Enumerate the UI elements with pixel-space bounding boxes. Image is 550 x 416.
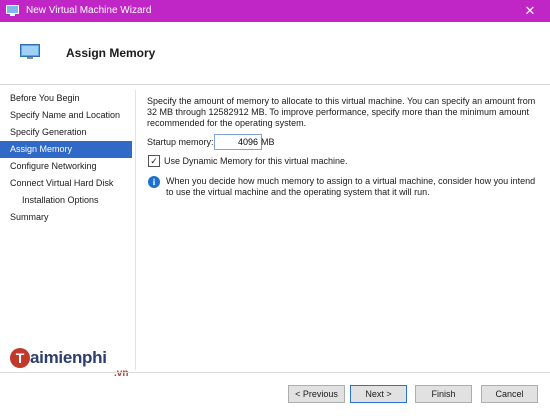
- window-title: New Virtual Machine Wizard: [26, 5, 152, 16]
- watermark-suffix: .vn: [114, 368, 129, 379]
- sidebar-item-specify-generation[interactable]: Specify Generation: [0, 124, 132, 141]
- title-bar: New Virtual Machine Wizard ✕: [0, 0, 550, 22]
- watermark-logo: T aimienphi .vn: [10, 348, 140, 388]
- dynamic-memory-label[interactable]: Use Dynamic Memory for this virtual mach…: [164, 156, 348, 166]
- watermark-logo-letter: T: [10, 348, 30, 368]
- memory-info-text: When you decide how much memory to assig…: [166, 176, 536, 197]
- finish-button[interactable]: Finish: [415, 385, 472, 403]
- memory-description: Specify the amount of memory to allocate…: [147, 96, 536, 128]
- dynamic-memory-checkbox[interactable]: ✓: [148, 155, 160, 167]
- dynamic-memory-row: ✓ Use Dynamic Memory for this virtual ma…: [147, 155, 447, 169]
- info-icon: i: [148, 176, 160, 188]
- sidebar-item-assign-memory[interactable]: Assign Memory: [0, 141, 132, 158]
- footer-divider: [0, 372, 550, 373]
- sidebar-item-before-you-begin[interactable]: Before You Begin: [0, 90, 132, 107]
- next-button[interactable]: Next >: [350, 385, 407, 403]
- previous-button[interactable]: < Previous: [288, 385, 345, 403]
- startup-memory-input[interactable]: [214, 134, 262, 150]
- sidebar-item-configure-networking[interactable]: Configure Networking: [0, 158, 132, 175]
- close-icon[interactable]: ✕: [510, 0, 550, 22]
- monitor-icon: [20, 44, 40, 59]
- memory-unit-label: MB: [261, 137, 275, 147]
- sidebar-item-summary[interactable]: Summary: [0, 209, 132, 226]
- watermark-brand: aimienphi: [30, 348, 107, 367]
- startup-memory-label: Startup memory:: [147, 137, 214, 147]
- page-title: Assign Memory: [66, 46, 156, 60]
- cancel-button[interactable]: Cancel: [481, 385, 538, 403]
- main-content: Specify the amount of memory to allocate…: [147, 96, 542, 197]
- sidebar-divider: [135, 90, 136, 370]
- page-header: Assign Memory: [0, 22, 550, 85]
- sidebar-item-specify-name-location[interactable]: Specify Name and Location: [0, 107, 132, 124]
- wizard-steps-sidebar: Before You Begin Specify Name and Locati…: [0, 90, 132, 370]
- hyper-v-icon: [6, 5, 19, 16]
- sidebar-item-installation-options[interactable]: Installation Options: [0, 192, 132, 209]
- sidebar-item-connect-virtual-hard-disk[interactable]: Connect Virtual Hard Disk: [0, 175, 132, 192]
